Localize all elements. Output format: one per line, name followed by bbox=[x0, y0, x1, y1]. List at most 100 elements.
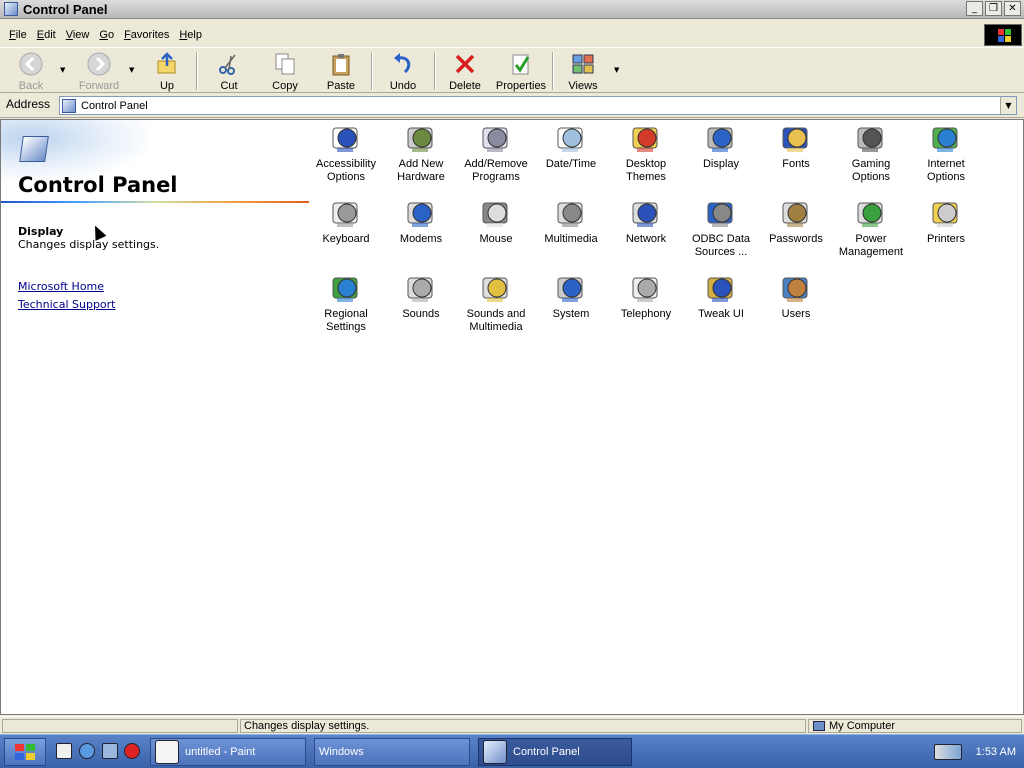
add-hardware-icon bbox=[407, 127, 433, 152]
menu-view[interactable]: View bbox=[61, 29, 95, 41]
address-dropdown-icon[interactable]: ▼ bbox=[1000, 97, 1016, 114]
control-panel-item[interactable]: Internet Options bbox=[908, 122, 984, 184]
control-panel-item-label: Add/Remove Programs bbox=[464, 158, 528, 183]
telephony-icon bbox=[632, 277, 658, 302]
control-panel-item[interactable]: Add/Remove Programs bbox=[458, 122, 534, 184]
regional-icon bbox=[332, 277, 358, 302]
menu-file[interactable]: File bbox=[4, 29, 32, 41]
control-panel-item[interactable]: Telephony bbox=[608, 272, 684, 321]
folder-view: Control Panel Display Changes display se… bbox=[0, 119, 1024, 715]
control-panel-item[interactable]: Mouse bbox=[458, 197, 534, 246]
control-panel-item[interactable]: Tweak UI bbox=[683, 272, 759, 321]
task-windows[interactable]: Windows bbox=[314, 738, 470, 766]
views-label: Views bbox=[568, 80, 598, 92]
fonts-icon bbox=[782, 127, 808, 152]
tray-network-icon[interactable] bbox=[933, 744, 962, 760]
control-panel-large-icon bbox=[19, 136, 49, 162]
control-panel-item[interactable]: Network bbox=[608, 197, 684, 246]
control-panel-item[interactable]: Add New Hardware bbox=[383, 122, 459, 184]
control-panel-item[interactable]: Sounds bbox=[383, 272, 459, 321]
task-control-panel-label: Control Panel bbox=[513, 746, 580, 758]
desktop-themes-icon bbox=[632, 127, 658, 152]
control-panel-item[interactable]: Accessibility Options bbox=[308, 122, 384, 184]
tweak-ui-icon bbox=[707, 277, 733, 302]
address-label: Address bbox=[6, 97, 51, 111]
paste-button[interactable]: Paste bbox=[322, 52, 360, 92]
technical-support-link[interactable]: Technical Support bbox=[18, 298, 116, 311]
views-dropdown-icon[interactable]: ▼ bbox=[614, 66, 619, 74]
clock[interactable]: 1:53 AM bbox=[976, 746, 1016, 758]
control-panel-item[interactable]: Power Management bbox=[833, 197, 909, 259]
outlook-express-icon[interactable] bbox=[102, 743, 118, 759]
control-panel-item-label: System bbox=[552, 308, 590, 320]
control-panel-item[interactable]: Display bbox=[683, 122, 759, 171]
microsoft-home-link[interactable]: Microsoft Home bbox=[18, 280, 104, 293]
control-panel-item[interactable]: Modems bbox=[383, 197, 459, 246]
menu-go[interactable]: Go bbox=[94, 29, 119, 41]
control-panel-item[interactable]: Keyboard bbox=[308, 197, 384, 246]
task-control-panel[interactable]: Control Panel bbox=[478, 738, 632, 766]
copy-label: Copy bbox=[272, 80, 298, 92]
windows-logo-icon bbox=[984, 24, 1022, 46]
modems-icon bbox=[407, 202, 433, 227]
back-dropdown-icon[interactable]: ▼ bbox=[60, 66, 65, 74]
properties-button[interactable]: Properties bbox=[494, 52, 548, 92]
passwords-icon bbox=[782, 202, 808, 227]
title-bar[interactable]: Control Panel _ ❐ ✕ bbox=[0, 0, 1024, 19]
copy-button[interactable]: Copy bbox=[266, 52, 304, 92]
cut-button[interactable]: Cut bbox=[212, 52, 246, 92]
network-icon bbox=[632, 202, 658, 227]
back-label: Back bbox=[18, 80, 44, 92]
properties-icon bbox=[509, 52, 533, 76]
show-desktop-icon[interactable] bbox=[56, 743, 72, 759]
undo-arrow-icon bbox=[391, 52, 415, 76]
internet-explorer-icon[interactable] bbox=[79, 743, 95, 759]
undo-button[interactable]: Undo bbox=[386, 52, 420, 92]
paste-label: Paste bbox=[326, 80, 356, 92]
odbc-icon bbox=[707, 202, 733, 227]
display-icon bbox=[707, 127, 733, 152]
address-field[interactable]: Control Panel ▼ bbox=[59, 96, 1017, 115]
views-button[interactable]: Views bbox=[566, 52, 600, 92]
opera-icon[interactable] bbox=[124, 743, 140, 759]
minimize-button[interactable]: _ bbox=[966, 1, 983, 16]
maximize-button[interactable]: ❐ bbox=[985, 1, 1002, 16]
status-pane-blank bbox=[2, 719, 238, 733]
menu-bar: File Edit View Go Favorites Help bbox=[0, 24, 1024, 46]
task-paint[interactable]: untitled - Paint bbox=[150, 738, 306, 766]
up-button[interactable]: Up bbox=[152, 52, 182, 92]
control-panel-item[interactable]: System bbox=[533, 272, 609, 321]
properties-label: Properties bbox=[495, 80, 547, 92]
control-panel-item[interactable]: Desktop Themes bbox=[608, 122, 684, 184]
control-panel-item[interactable]: ODBC Data Sources ... bbox=[683, 197, 759, 259]
sounds-icon bbox=[407, 277, 433, 302]
menu-favorites[interactable]: Favorites bbox=[119, 29, 174, 41]
back-button[interactable]: Back bbox=[14, 52, 48, 92]
scissors-icon bbox=[217, 52, 241, 76]
control-panel-item[interactable]: Date/Time bbox=[533, 122, 609, 171]
control-panel-item[interactable]: Multimedia bbox=[533, 197, 609, 246]
delete-button[interactable]: Delete bbox=[446, 52, 484, 92]
control-panel-item[interactable]: Passwords bbox=[758, 197, 834, 246]
forward-arrow-icon bbox=[87, 52, 111, 76]
control-panel-item-label: Tweak UI bbox=[698, 308, 744, 320]
status-bar: Changes display settings. My Computer bbox=[0, 716, 1024, 734]
control-panel-item[interactable]: Regional Settings bbox=[308, 272, 384, 334]
control-panel-item-label: Internet Options bbox=[927, 158, 965, 183]
control-panel-item[interactable]: Users bbox=[758, 272, 834, 321]
control-panel-item-label: Accessibility Options bbox=[316, 158, 376, 183]
control-panel-item[interactable]: Printers bbox=[908, 197, 984, 246]
control-panel-item[interactable]: Gaming Options bbox=[833, 122, 909, 184]
control-panel-item[interactable]: Sounds and Multimedia bbox=[458, 272, 534, 334]
forward-label: Forward bbox=[78, 80, 120, 92]
control-panel-item[interactable]: Fonts bbox=[758, 122, 834, 171]
menu-edit[interactable]: Edit bbox=[32, 29, 61, 41]
forward-button[interactable]: Forward bbox=[76, 52, 122, 92]
views-grid-icon bbox=[571, 52, 595, 76]
forward-dropdown-icon[interactable]: ▼ bbox=[129, 66, 134, 74]
menu-help[interactable]: Help bbox=[174, 29, 207, 41]
start-button[interactable] bbox=[4, 738, 46, 766]
close-button[interactable]: ✕ bbox=[1004, 1, 1021, 16]
users-icon bbox=[782, 277, 808, 302]
delete-x-icon bbox=[453, 52, 477, 76]
